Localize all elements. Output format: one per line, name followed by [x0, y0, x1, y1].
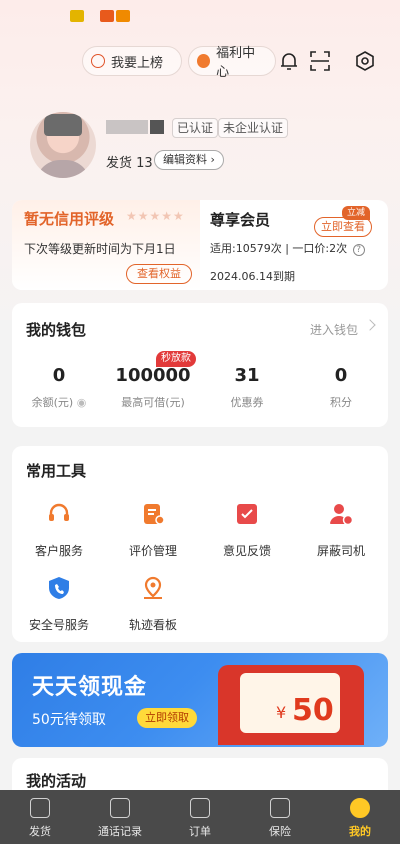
wallet-max-loan[interactable]: 100000 最高可借(元) — [106, 365, 200, 410]
tab-ship[interactable]: 发货 — [0, 790, 80, 844]
member-usage: 适用:10579次 | 一口价:2次 ? — [210, 240, 365, 256]
rank-label: 我要上榜 — [111, 55, 164, 71]
banner-subtitle: 50元待领取 — [32, 712, 106, 728]
bottom-tab-bar: 发货 通话记录 订单 保险 我的 — [0, 790, 400, 844]
wallet-coupons[interactable]: 31 优惠券 — [200, 365, 294, 410]
block-driver-icon — [330, 504, 354, 526]
tool-customer-service[interactable]: 客户服务 — [12, 502, 106, 559]
header-actions: 我要上榜 福利中心 — [0, 44, 400, 80]
eye-icon: ◉ — [76, 396, 87, 409]
tools-title: 常用工具 — [26, 462, 87, 480]
cash-reward-banner[interactable]: 天天领现金 50元待领取 立即领取 ¥ 50 — [12, 653, 388, 747]
tab-call-records[interactable]: 通话记录 — [80, 790, 160, 844]
wallet-card: 我的钱包 进入钱包 秒放款 0 余额(元) ◉ 100000 最高可借(元) 3… — [12, 303, 388, 427]
view-member-button[interactable]: 立即查看 — [314, 217, 372, 237]
profile-section: 已认证 未企业认证 发货 13 编辑资料 › — [30, 112, 370, 192]
red-envelope-icon: ¥ 50 — [218, 665, 364, 745]
tab-orders[interactable]: 订单 — [160, 790, 240, 844]
member-title: 尊享会员 — [210, 211, 271, 229]
activity-title: 我的活动 — [26, 772, 87, 790]
enter-wallet-link[interactable]: 进入钱包 — [310, 321, 358, 338]
tool-review-management[interactable]: 评价管理 — [106, 502, 200, 559]
banner-title: 天天领现金 — [32, 675, 148, 700]
tool-safe-number[interactable]: 安全号服务 — [12, 576, 106, 633]
wallet-points[interactable]: 0 积分 — [294, 365, 388, 410]
feedback-icon — [237, 504, 257, 524]
user-name-redacted — [150, 120, 164, 134]
view-rights-button[interactable]: 查看权益 — [126, 264, 192, 284]
chevron-right-icon[interactable] — [364, 319, 376, 331]
credit-title: 暂无信用评级 — [24, 210, 115, 228]
wallet-balance[interactable]: 0 余额(元) ◉ — [12, 365, 106, 410]
tools-card: 常用工具 客户服务 评价管理 意见反馈 屏蔽司机 安全号服务 轨迹看板 — [12, 446, 388, 642]
welfare-label: 福利中心 — [216, 46, 256, 80]
star-coin-icon — [197, 54, 211, 68]
tool-track-board[interactable]: 轨迹看板 — [106, 576, 200, 633]
reward-amount: 50 — [292, 693, 334, 728]
rank-button[interactable]: 我要上榜 — [82, 46, 182, 76]
rating-stars: ★★★★★ — [126, 209, 185, 223]
member-expiry: 2024.06.14到期 — [210, 270, 295, 283]
medal-icon — [91, 54, 105, 68]
safe-phone-icon — [49, 577, 69, 599]
company-verification-badge[interactable]: 未企业认证 — [218, 118, 289, 138]
headset-icon — [49, 503, 69, 521]
user-name-redacted — [106, 120, 148, 134]
shield-icon — [270, 798, 290, 818]
scan-icon[interactable] — [309, 50, 331, 72]
tool-block-driver[interactable]: 屏蔽司机 — [294, 502, 388, 559]
edit-profile-button[interactable]: 编辑资料 › — [154, 150, 224, 170]
help-icon[interactable]: ? — [352, 244, 365, 256]
wallet-title: 我的钱包 — [26, 321, 87, 339]
edit-profile-label: 编辑资料 — [163, 153, 207, 166]
credit-rating-panel[interactable]: 暂无信用评级 ★★★★★ 下次等级更新时间为下月1日 查看权益 — [12, 200, 200, 290]
track-icon — [144, 576, 162, 599]
tab-insurance[interactable]: 保险 — [240, 790, 320, 844]
app-notification-icon — [116, 10, 130, 22]
phone-icon — [110, 798, 130, 818]
settings-icon[interactable] — [354, 50, 376, 72]
tab-mine[interactable]: 我的 — [320, 790, 400, 844]
discount-badge: 立减 — [342, 206, 371, 220]
profile-icon — [350, 798, 370, 818]
app-notification-icon — [100, 10, 114, 22]
welfare-center-button[interactable]: 福利中心 — [188, 46, 276, 80]
review-icon — [144, 504, 165, 525]
notification-icon — [70, 10, 84, 22]
tool-feedback[interactable]: 意见反馈 — [200, 502, 294, 559]
bell-icon[interactable] — [278, 50, 300, 72]
credit-update-note: 下次等级更新时间为下月1日 — [24, 242, 176, 256]
claim-now-button[interactable]: 立即领取 — [137, 708, 197, 728]
verified-badge: 已认证 — [172, 118, 219, 138]
order-icon — [190, 798, 210, 818]
box-icon — [30, 798, 50, 818]
credit-member-card: 暂无信用评级 ★★★★★ 下次等级更新时间为下月1日 查看权益 尊享会员 立即查… — [12, 200, 388, 290]
avatar[interactable] — [30, 112, 96, 178]
shipment-count: 发货 13 — [106, 156, 153, 171]
status-bar — [0, 0, 400, 34]
